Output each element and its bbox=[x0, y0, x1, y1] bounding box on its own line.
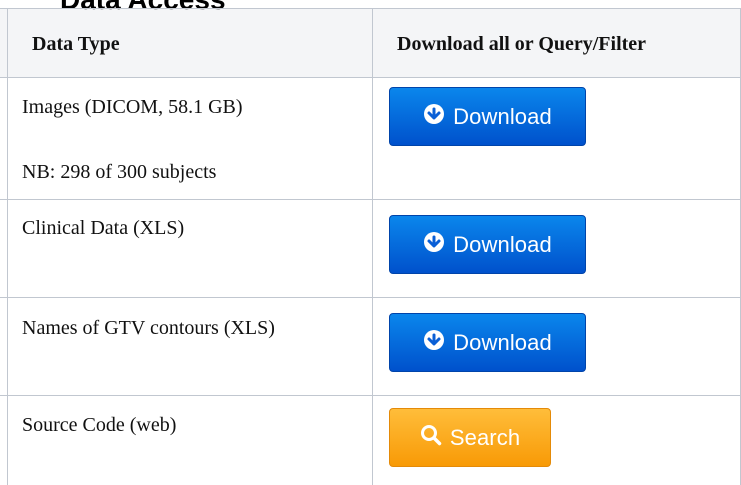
data-type-cell: Images (DICOM, 58.1 GB) bbox=[22, 96, 243, 118]
download-circle-icon bbox=[423, 103, 445, 131]
search-source-code-button[interactable]: Search bbox=[389, 408, 551, 467]
table-row-divider bbox=[0, 297, 741, 298]
table-row-divider bbox=[0, 199, 741, 200]
data-type-cell: Clinical Data (XLS) bbox=[22, 217, 185, 239]
download-images-button[interactable]: Download bbox=[389, 87, 586, 146]
download-clinical-data-button[interactable]: Download bbox=[389, 215, 586, 274]
download-button-label: Download bbox=[453, 103, 552, 129]
search-icon bbox=[420, 424, 442, 452]
data-note-cell: NB: 298 of 300 subjects bbox=[22, 161, 217, 183]
table-row-divider bbox=[0, 395, 741, 396]
download-button-label: Download bbox=[453, 231, 552, 257]
column-header-download: Download all or Query/Filter bbox=[397, 33, 647, 55]
table-border-left bbox=[7, 8, 8, 485]
search-button-label: Search bbox=[449, 424, 521, 450]
table-column-divider bbox=[372, 8, 373, 485]
download-circle-icon bbox=[423, 329, 445, 357]
download-gtv-contours-button[interactable]: Download bbox=[389, 313, 586, 372]
data-type-cell: Names of GTV contours (XLS) bbox=[22, 317, 275, 339]
table-border-top bbox=[0, 8, 741, 9]
download-circle-icon bbox=[423, 231, 445, 259]
table-header-divider bbox=[0, 77, 741, 78]
data-table: Data Type Download all or Query/Filter I… bbox=[0, 0, 741, 485]
download-button-label: Download bbox=[453, 329, 552, 355]
column-header-data-type: Data Type bbox=[32, 33, 120, 55]
data-type-cell: Source Code (web) bbox=[22, 414, 177, 436]
